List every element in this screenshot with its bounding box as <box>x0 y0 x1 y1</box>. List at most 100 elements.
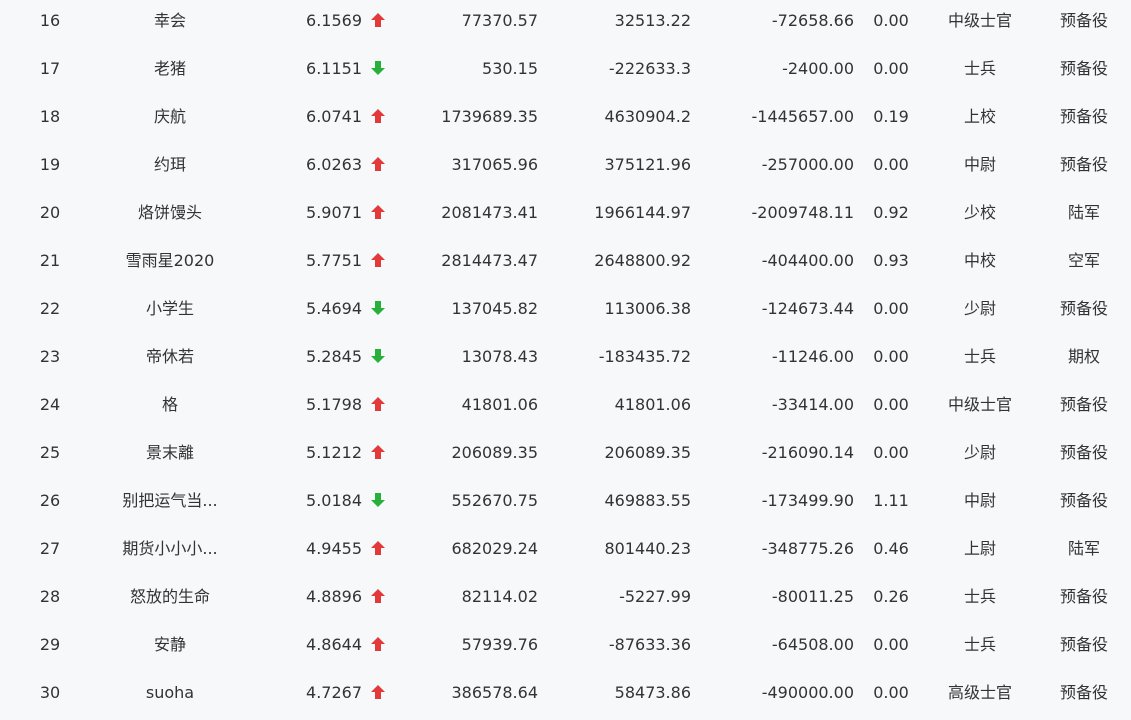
table-row[interactable]: 19 约珥 6.0263 317065.96 375121.96 -257000.00 0.… <box>0 144 1131 192</box>
value-2-cell: -87633.36 <box>608 635 691 654</box>
value-3-cell: -216090.14 <box>761 443 854 462</box>
rank-cell: 18 <box>39 107 61 126</box>
value-1-cell: 386578.64 <box>451 683 538 702</box>
table-row[interactable]: 22 小学生 5.4694 137045.82 113006.38 -124673.44 0… <box>0 288 1131 336</box>
score-cell: 4.8644 <box>306 635 362 654</box>
table-row[interactable]: 21 雪雨星2020 5.7751 2814473.47 2648800.92 -4044… <box>0 240 1131 288</box>
category-cell: 预备役 <box>1059 299 1108 318</box>
value-4-cell: 0.00 <box>873 347 909 366</box>
value-4-cell: 0.93 <box>873 251 909 270</box>
arrow-up-icon <box>370 144 388 192</box>
score-cell: 4.9455 <box>306 539 362 558</box>
category-cell: 预备役 <box>1059 635 1108 654</box>
table-row[interactable]: 25 景末離 5.1212 206089.35 206089.35 -216090.14 0… <box>0 432 1131 480</box>
value-4-cell: 0.00 <box>873 683 909 702</box>
arrow-up-icon <box>370 384 388 432</box>
name-cell[interactable]: 小学生 <box>100 288 240 336</box>
name-cell[interactable]: 格 <box>100 384 240 432</box>
name-cell[interactable]: 安静 <box>100 624 240 672</box>
score-cell: 6.0741 <box>306 107 362 126</box>
score-cell: 6.0263 <box>306 155 362 174</box>
table-row[interactable]: 24 格 5.1798 41801.06 41801.06 -33414.00 0.00 中级… <box>0 384 1131 432</box>
table-row[interactable]: 27 期货小小小... 4.9455 682029.24 801440.23 -34877… <box>0 528 1131 576</box>
value-1-cell: 317065.96 <box>451 155 538 174</box>
value-1-cell: 137045.82 <box>451 299 538 318</box>
military-rank-cell: 高级士官 <box>947 683 1012 702</box>
arrow-up-icon <box>370 528 388 576</box>
name-cell[interactable]: 期货小小小... <box>100 528 240 576</box>
name-cell[interactable]: 幸会 <box>100 0 240 48</box>
value-3-cell: -33414.00 <box>771 395 854 414</box>
value-1-cell: 77370.57 <box>461 11 538 30</box>
name-cell[interactable]: 烙饼馒头 <box>100 192 240 240</box>
rank-cell: 27 <box>39 539 61 558</box>
value-1-cell: 82114.02 <box>461 587 538 606</box>
table-row[interactable]: 30 suoha 4.7267 386578.64 58473.86 -490000.00… <box>0 672 1131 720</box>
score-cell: 6.1151 <box>306 59 362 78</box>
value-1-cell: 552670.75 <box>451 491 538 510</box>
value-1-cell: 2081473.41 <box>441 203 538 222</box>
arrow-down-icon <box>370 288 388 336</box>
table-row[interactable]: 23 帝休若 5.2845 13078.43 -183435.72 -11246.00 0.… <box>0 336 1131 384</box>
arrow-down-icon <box>370 480 388 528</box>
military-rank-cell: 士兵 <box>963 635 996 654</box>
rank-cell: 24 <box>39 395 61 414</box>
name-cell[interactable]: suoha <box>100 672 240 720</box>
score-cell: 4.7267 <box>306 683 362 702</box>
table-row[interactable]: 18 庆航 6.0741 1739689.35 4630904.2 -1445657.00… <box>0 96 1131 144</box>
category-cell: 预备役 <box>1059 491 1108 510</box>
name-cell[interactable]: 约珥 <box>100 144 240 192</box>
arrow-up-icon <box>370 240 388 288</box>
category-cell: 预备役 <box>1059 155 1108 174</box>
value-4-cell: 0.00 <box>873 59 909 78</box>
name-cell[interactable]: 庆航 <box>100 96 240 144</box>
score-cell: 5.9071 <box>306 203 362 222</box>
military-rank-cell: 中级士官 <box>947 395 1012 414</box>
rank-cell: 17 <box>39 59 61 78</box>
table-row[interactable]: 17 老猪 6.1151 530.15 -222633.3 -2400.00 0.00 士兵 预… <box>0 48 1131 96</box>
table-row[interactable]: 16 幸会 6.1569 77370.57 32513.22 -72658.66 0.00 中… <box>0 0 1131 48</box>
military-rank-cell: 上尉 <box>963 539 996 558</box>
value-2-cell: 375121.96 <box>604 155 691 174</box>
rank-cell: 26 <box>39 491 61 510</box>
category-cell: 预备役 <box>1059 11 1108 30</box>
value-4-cell: 0.19 <box>873 107 909 126</box>
name-cell[interactable]: 怒放的生命 <box>100 576 240 624</box>
value-4-cell: 0.46 <box>873 539 909 558</box>
value-3-cell: -2400.00 <box>782 59 854 78</box>
category-cell: 预备役 <box>1059 59 1108 78</box>
value-4-cell: 0.00 <box>873 443 909 462</box>
value-4-cell: 0.00 <box>873 11 909 30</box>
name-cell[interactable]: 雪雨星2020 <box>100 240 240 288</box>
score-cell: 5.7751 <box>306 251 362 270</box>
value-2-cell: 2648800.92 <box>594 251 691 270</box>
value-1-cell: 57939.76 <box>461 635 538 654</box>
value-2-cell: 1966144.97 <box>594 203 691 222</box>
rank-cell: 16 <box>39 11 61 30</box>
name-cell[interactable]: 别把运气当... <box>100 480 240 528</box>
value-2-cell: -183435.72 <box>598 347 691 366</box>
score-cell: 5.0184 <box>306 491 362 510</box>
military-rank-cell: 少校 <box>963 203 996 222</box>
military-rank-cell: 少尉 <box>963 443 996 462</box>
table-row[interactable]: 28 怒放的生命 4.8896 82114.02 -5227.99 -80011.25 0.… <box>0 576 1131 624</box>
value-2-cell: 32513.22 <box>614 11 691 30</box>
military-rank-cell: 少尉 <box>963 299 996 318</box>
value-1-cell: 682029.24 <box>451 539 538 558</box>
name-cell[interactable]: 老猪 <box>100 48 240 96</box>
military-rank-cell: 中级士官 <box>947 11 1012 30</box>
value-2-cell: 801440.23 <box>604 539 691 558</box>
table-row[interactable]: 26 别把运气当... 5.0184 552670.75 469883.55 -17349… <box>0 480 1131 528</box>
arrow-up-icon <box>370 576 388 624</box>
value-2-cell: 469883.55 <box>604 491 691 510</box>
name-cell[interactable]: 帝休若 <box>100 336 240 384</box>
military-rank-cell: 中尉 <box>963 155 996 174</box>
table-row[interactable]: 20 烙饼馒头 5.9071 2081473.41 1966144.97 -2009748… <box>0 192 1131 240</box>
military-rank-cell: 中校 <box>963 251 996 270</box>
name-cell[interactable]: 景末離 <box>100 432 240 480</box>
category-cell: 预备役 <box>1059 443 1108 462</box>
table-row[interactable]: 29 安静 4.8644 57939.76 -87633.36 -64508.00 0.00… <box>0 624 1131 672</box>
value-4-cell: 0.00 <box>873 395 909 414</box>
rank-cell: 30 <box>39 683 61 702</box>
value-3-cell: -64508.00 <box>771 635 854 654</box>
